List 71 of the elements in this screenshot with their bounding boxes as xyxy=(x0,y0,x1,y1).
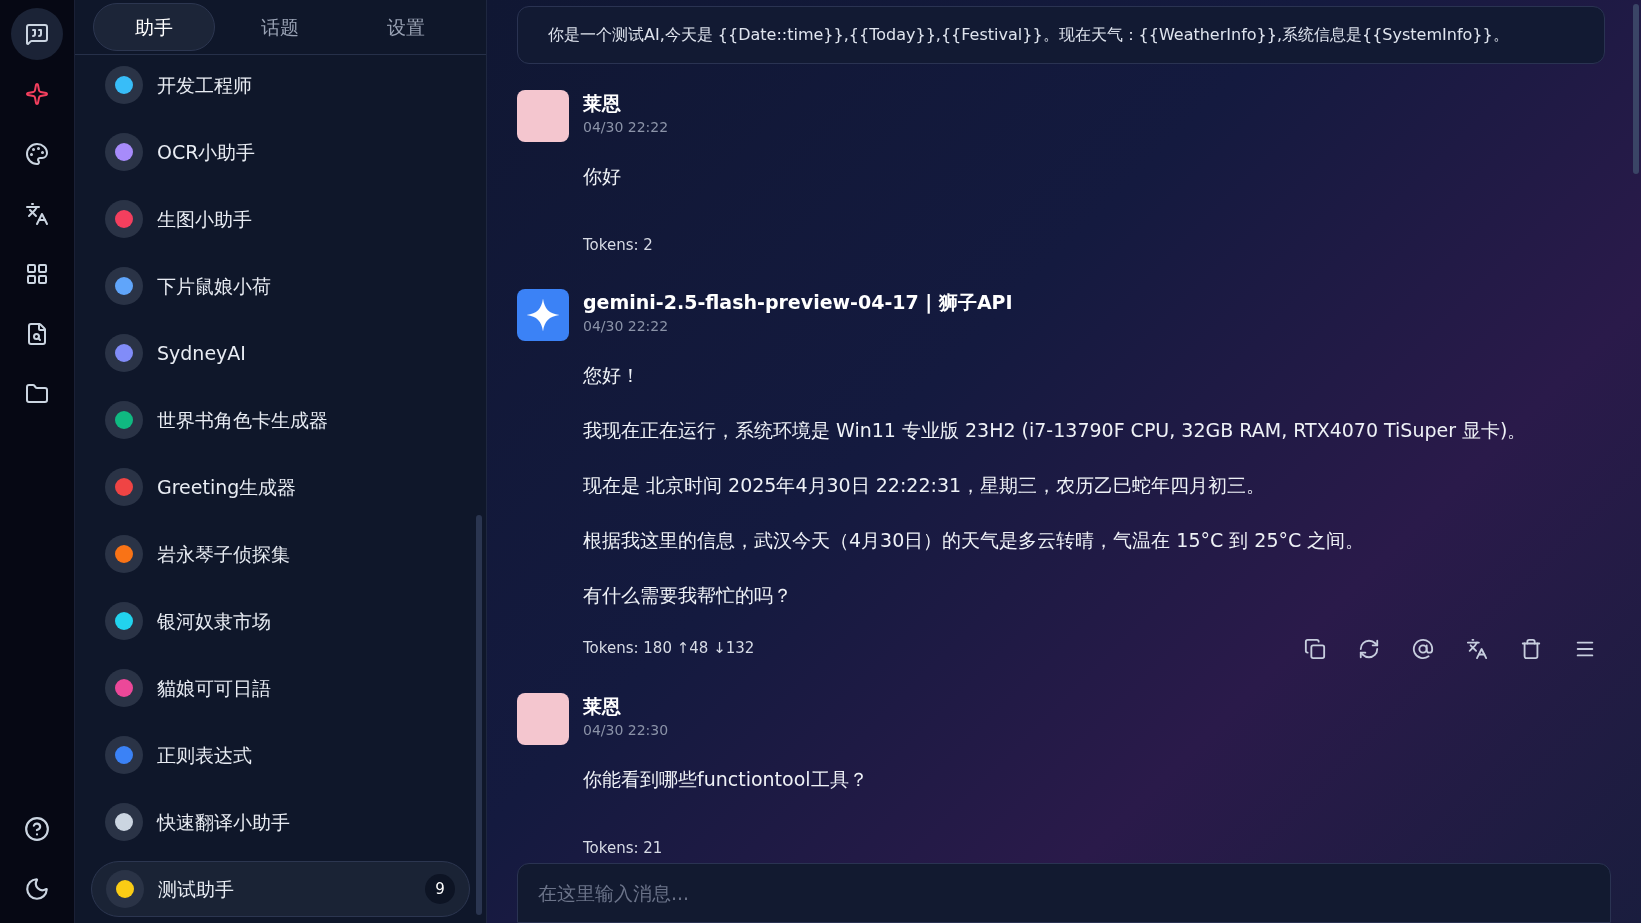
message-time: 04/30 22:30 xyxy=(583,720,669,740)
message-input[interactable]: 在这里输入消息... xyxy=(517,863,1611,923)
panel-tab[interactable]: 助手 xyxy=(93,3,215,51)
assistant-avatar-icon xyxy=(106,870,144,908)
message-time: 04/30 22:22 xyxy=(583,118,669,137)
count-badge: 9 xyxy=(425,874,455,904)
assistant-avatar-icon xyxy=(105,200,143,238)
assistant-name: 岩永琴子侦探集 xyxy=(157,541,291,567)
token-count: Tokens: 21 xyxy=(583,837,663,859)
assistant-name: 银河奴隶市场 xyxy=(157,608,272,634)
message-text: 你能看到哪些functiontool工具？ xyxy=(583,766,869,792)
message-text: 您好！ xyxy=(583,362,641,388)
assistant-name: 快速翻译小助手 xyxy=(157,809,291,835)
at-sign-icon[interactable] xyxy=(1411,636,1435,661)
system-prompt: 你是一个测试AI,今天是 {{Date::time}},{{Today}},{{Festival}}。现在天气：{{WeatherInfo}},系统信息是{{SystemInfo}}。 xyxy=(517,6,1605,64)
panel-tab[interactable]: 话题 xyxy=(219,3,341,51)
author-name: gemini-2.5-flash-preview-04-17 | 狮子API xyxy=(583,289,1013,315)
assistant-item[interactable]: 快速翻译小助手 xyxy=(91,794,470,850)
assistant-item[interactable]: SydneyAI xyxy=(91,325,470,381)
scrollbar[interactable] xyxy=(476,515,482,915)
assistant-name: Greeting生成器 xyxy=(157,474,298,500)
assistant-avatar-icon xyxy=(105,602,143,640)
author-name: 莱恩 xyxy=(583,91,622,116)
assistant-item[interactable]: 生图小助手 xyxy=(91,191,470,247)
assistant-avatar-icon xyxy=(105,267,143,305)
assistant-name: 貓娘可可日語 xyxy=(157,675,272,701)
assistant-avatar-icon xyxy=(105,133,143,171)
assistant-item[interactable]: 正则表达式 xyxy=(91,727,470,783)
assistant-item[interactable]: 世界书角色卡生成器 xyxy=(91,392,470,448)
author-name: 莱恩 xyxy=(583,693,622,719)
user-avatar xyxy=(517,692,569,745)
assistant-name: 正则表达式 xyxy=(157,742,253,768)
assistant-avatar-icon xyxy=(105,803,143,841)
message-text: 我现在正在运行，系统环境是 Win11 专业版 23H2 (i7-13790F CPU, 32GB RAM, RTX4070 TiSuper 显卡)。 xyxy=(583,417,1528,443)
assistant-item[interactable]: OCR小助手 xyxy=(91,124,470,180)
message-text: 有什么需要我帮忙的吗？ xyxy=(583,582,793,608)
message-time: 04/30 22:22 xyxy=(583,316,670,336)
panel-tab[interactable]: 设置 xyxy=(345,3,467,51)
assistant-name: 测试助手 xyxy=(158,876,235,902)
assistant-item[interactable]: 貓娘可可日語 xyxy=(91,660,470,716)
assistant-name: 生图小助手 xyxy=(157,206,253,232)
assistant-item[interactable]: 测试助手 9 xyxy=(91,861,470,917)
copy-icon[interactable] xyxy=(1303,636,1327,661)
assistant-avatar-icon xyxy=(105,669,143,707)
assistant-avatar-icon xyxy=(105,334,143,372)
message-text: 你好 xyxy=(583,164,622,189)
token-count: Tokens: 2 xyxy=(583,235,653,256)
message-text: 现在是 北京时间 2025年4月30日 22:22:31，星期三，农历乙巳蛇年四月初三。 xyxy=(583,472,1267,498)
user-avatar xyxy=(517,90,569,142)
delete-icon[interactable] xyxy=(1519,636,1543,661)
assistant-item[interactable]: 银河奴隶市场 xyxy=(91,593,470,649)
assistant-item[interactable]: 岩永琴子侦探集 xyxy=(91,526,470,582)
chat-bubble-icon[interactable] xyxy=(11,8,63,60)
assistant-name: 世界书角色卡生成器 xyxy=(157,407,329,433)
assistant-name: OCR小助手 xyxy=(157,139,257,165)
assistant-name: SydneyAI xyxy=(157,340,247,366)
token-count: Tokens: 180 ↑48 ↓132 xyxy=(583,638,755,660)
assistant-avatar-icon xyxy=(105,736,143,774)
sparkle-avatar-icon xyxy=(517,288,569,341)
assistant-avatar-icon xyxy=(105,468,143,506)
assistant-avatar-icon xyxy=(105,66,143,104)
translate-icon[interactable] xyxy=(1465,636,1489,661)
assistant-item[interactable]: Greeting生成器 xyxy=(91,459,470,515)
assistant-item[interactable]: 下片鼠娘小荷 xyxy=(91,258,470,314)
scrollbar[interactable] xyxy=(1633,4,1639,174)
assistant-item[interactable]: 开发工程师 xyxy=(91,57,470,113)
message-text: 根据我这里的信息，武汉今天（4月30日）的天气是多云转晴，气温在 15°C 到 25°C 之间。 xyxy=(583,527,1366,553)
assistant-avatar-icon xyxy=(105,535,143,573)
assistant-name: 下片鼠娘小荷 xyxy=(157,273,272,299)
assistant-name: 开发工程师 xyxy=(157,72,253,98)
assistant-avatar-icon xyxy=(105,401,143,439)
